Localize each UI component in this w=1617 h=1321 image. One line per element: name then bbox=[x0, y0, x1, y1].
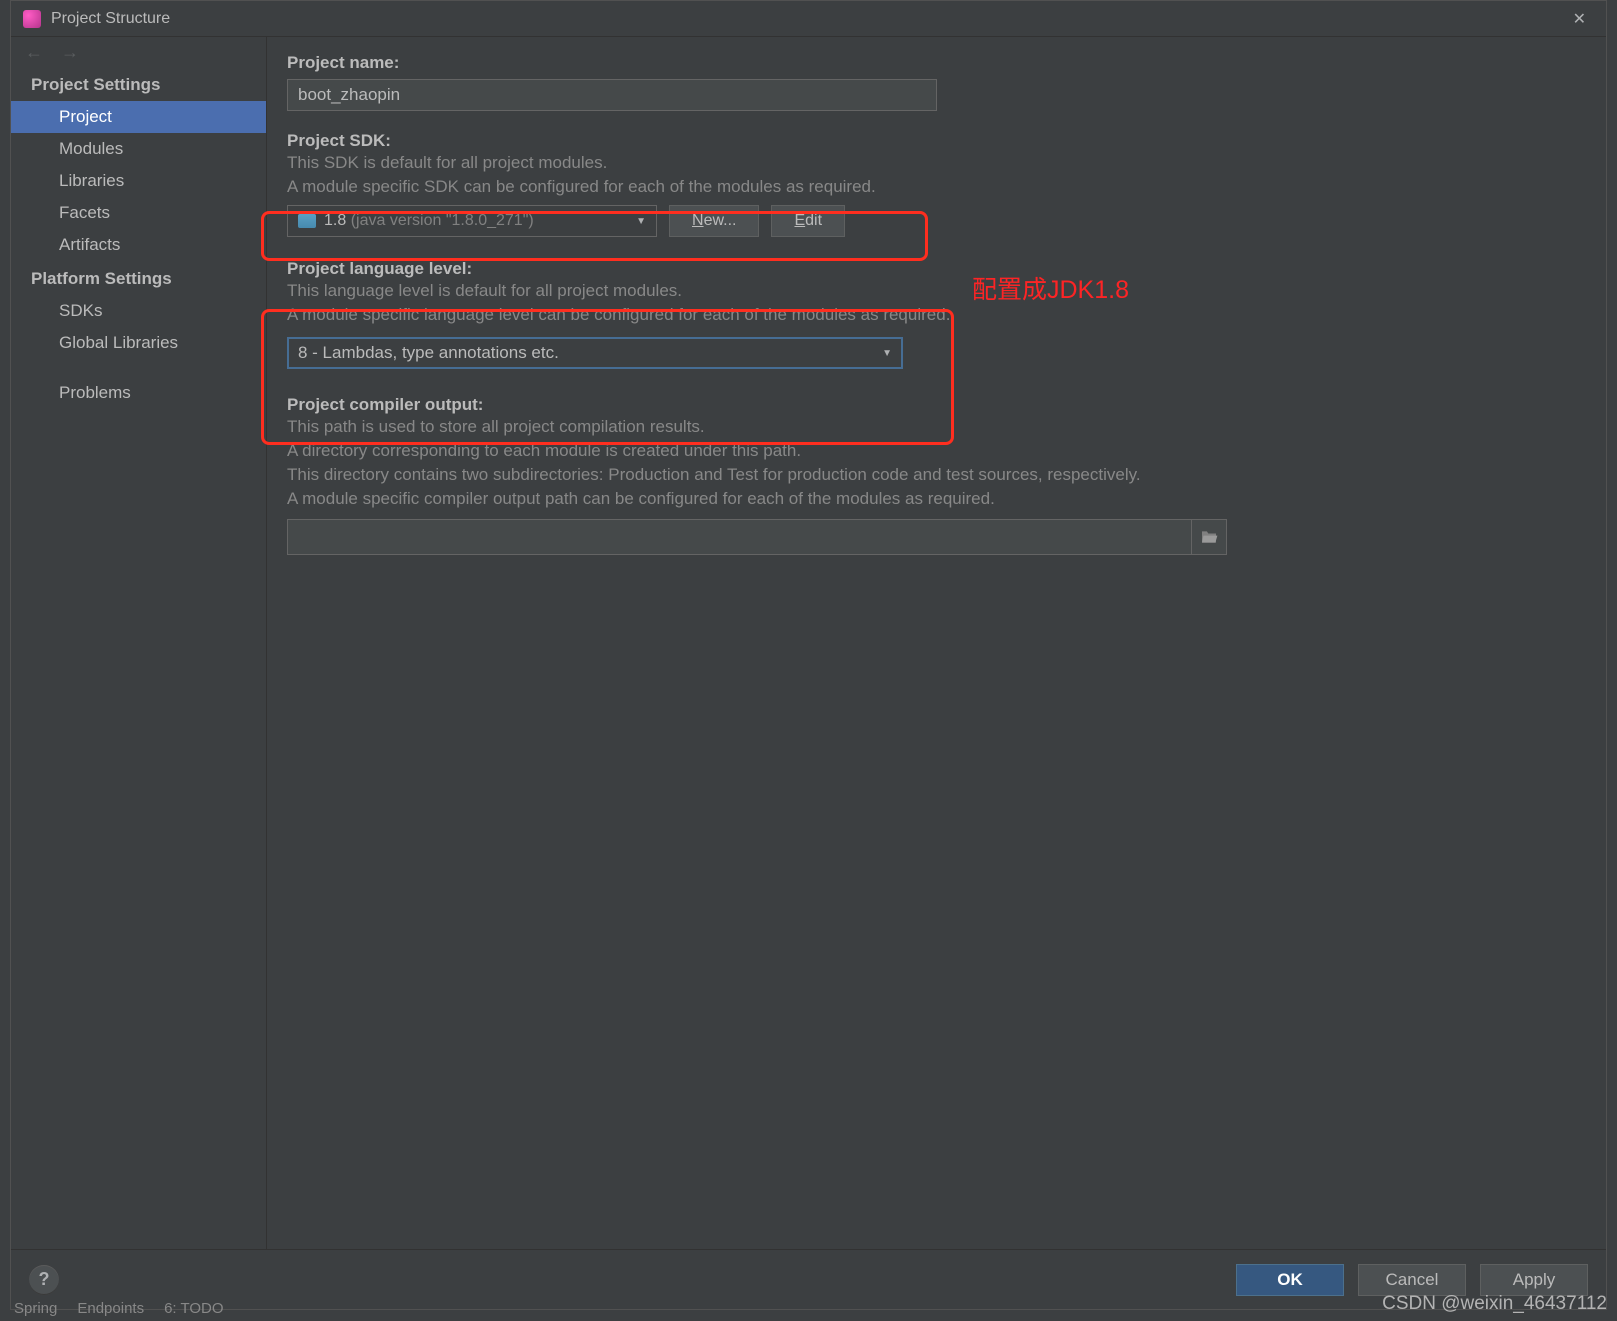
sidebar-nav: ← → bbox=[11, 37, 266, 67]
cancel-button[interactable]: Cancel bbox=[1358, 1264, 1466, 1296]
sidebar-item-modules[interactable]: Modules bbox=[11, 133, 266, 165]
compiler-output-desc2: A directory corresponding to each module… bbox=[287, 439, 1586, 463]
project-sdk-label: Project SDK: bbox=[287, 131, 1586, 151]
sidebar-item-sdks[interactable]: SDKs bbox=[11, 295, 266, 327]
language-level-dropdown[interactable]: 8 - Lambdas, type annotations etc. ▼ bbox=[287, 337, 903, 369]
sidebar-group-platform-settings: Platform Settings bbox=[11, 261, 266, 295]
compiler-output-input[interactable] bbox=[287, 519, 1191, 555]
sidebar: ← → Project Settings Project Modules Lib… bbox=[11, 37, 267, 1249]
language-level-desc1: This language level is default for all p… bbox=[287, 279, 1586, 303]
app-icon bbox=[23, 10, 41, 28]
language-level-label: Project language level: bbox=[287, 259, 1586, 279]
compiler-output-desc4: A module specific compiler output path c… bbox=[287, 487, 1586, 511]
sidebar-group-project-settings: Project Settings bbox=[11, 67, 266, 101]
sidebar-item-project[interactable]: Project bbox=[11, 101, 266, 133]
csdn-watermark: CSDN @weixin_46437112 bbox=[1382, 1293, 1607, 1315]
statusbar-endpoints[interactable]: Endpoints bbox=[77, 1300, 144, 1317]
sidebar-item-libraries[interactable]: Libraries bbox=[11, 165, 266, 197]
compiler-output-desc3: This directory contains two subdirectori… bbox=[287, 463, 1586, 487]
sidebar-item-problems[interactable]: Problems bbox=[11, 377, 266, 409]
project-name-input[interactable] bbox=[287, 79, 937, 111]
nav-forward-icon[interactable]: → bbox=[61, 42, 79, 63]
apply-button[interactable]: Apply bbox=[1480, 1264, 1588, 1296]
ok-button[interactable]: OK bbox=[1236, 1264, 1344, 1296]
help-button[interactable]: ? bbox=[29, 1265, 59, 1295]
nav-back-icon[interactable]: ← bbox=[25, 42, 43, 63]
language-level-desc2: A module specific language level can be … bbox=[287, 303, 1586, 327]
project-sdk-desc1: This SDK is default for all project modu… bbox=[287, 151, 1586, 175]
sdk-new-button[interactable]: New... bbox=[669, 205, 759, 237]
statusbar-spring[interactable]: Spring bbox=[14, 1300, 57, 1317]
project-sdk-value: 1.8 (java version "1.8.0_271") bbox=[324, 212, 534, 230]
folder-icon bbox=[298, 214, 316, 228]
main-area: ← → Project Settings Project Modules Lib… bbox=[11, 37, 1606, 1249]
project-name-label: Project name: bbox=[287, 53, 1586, 73]
ide-statusbar: Spring Endpoints 6: TODO bbox=[0, 1295, 238, 1321]
close-icon[interactable]: ✕ bbox=[1565, 5, 1594, 33]
sidebar-item-artifacts[interactable]: Artifacts bbox=[11, 229, 266, 261]
sidebar-item-facets[interactable]: Facets bbox=[11, 197, 266, 229]
dialog-footer: ? OK Cancel Apply bbox=[11, 1249, 1606, 1309]
project-structure-dialog: Project Structure ✕ ← → Project Settings… bbox=[10, 0, 1607, 1310]
language-level-value: 8 - Lambdas, type annotations etc. bbox=[298, 343, 559, 363]
compiler-output-label: Project compiler output: bbox=[287, 395, 1586, 415]
folder-open-icon bbox=[1200, 530, 1218, 544]
sidebar-item-global-libraries[interactable]: Global Libraries bbox=[11, 327, 266, 359]
titlebar: Project Structure ✕ bbox=[11, 1, 1606, 37]
content-panel: Project name: Project SDK: This SDK is d… bbox=[267, 37, 1606, 1249]
compiler-output-desc1: This path is used to store all project c… bbox=[287, 415, 1586, 439]
project-sdk-dropdown[interactable]: 1.8 (java version "1.8.0_271") ▼ bbox=[287, 205, 657, 237]
chevron-down-icon: ▼ bbox=[636, 216, 646, 227]
window-title: Project Structure bbox=[51, 10, 1565, 28]
sdk-edit-button[interactable]: Edit bbox=[771, 205, 845, 237]
browse-button[interactable] bbox=[1191, 519, 1227, 555]
statusbar-todo[interactable]: 6: TODO bbox=[164, 1300, 223, 1317]
annotation-text: 配置成JDK1.8 bbox=[972, 270, 1129, 306]
chevron-down-icon: ▼ bbox=[882, 348, 892, 359]
project-sdk-desc2: A module specific SDK can be configured … bbox=[287, 175, 1586, 199]
